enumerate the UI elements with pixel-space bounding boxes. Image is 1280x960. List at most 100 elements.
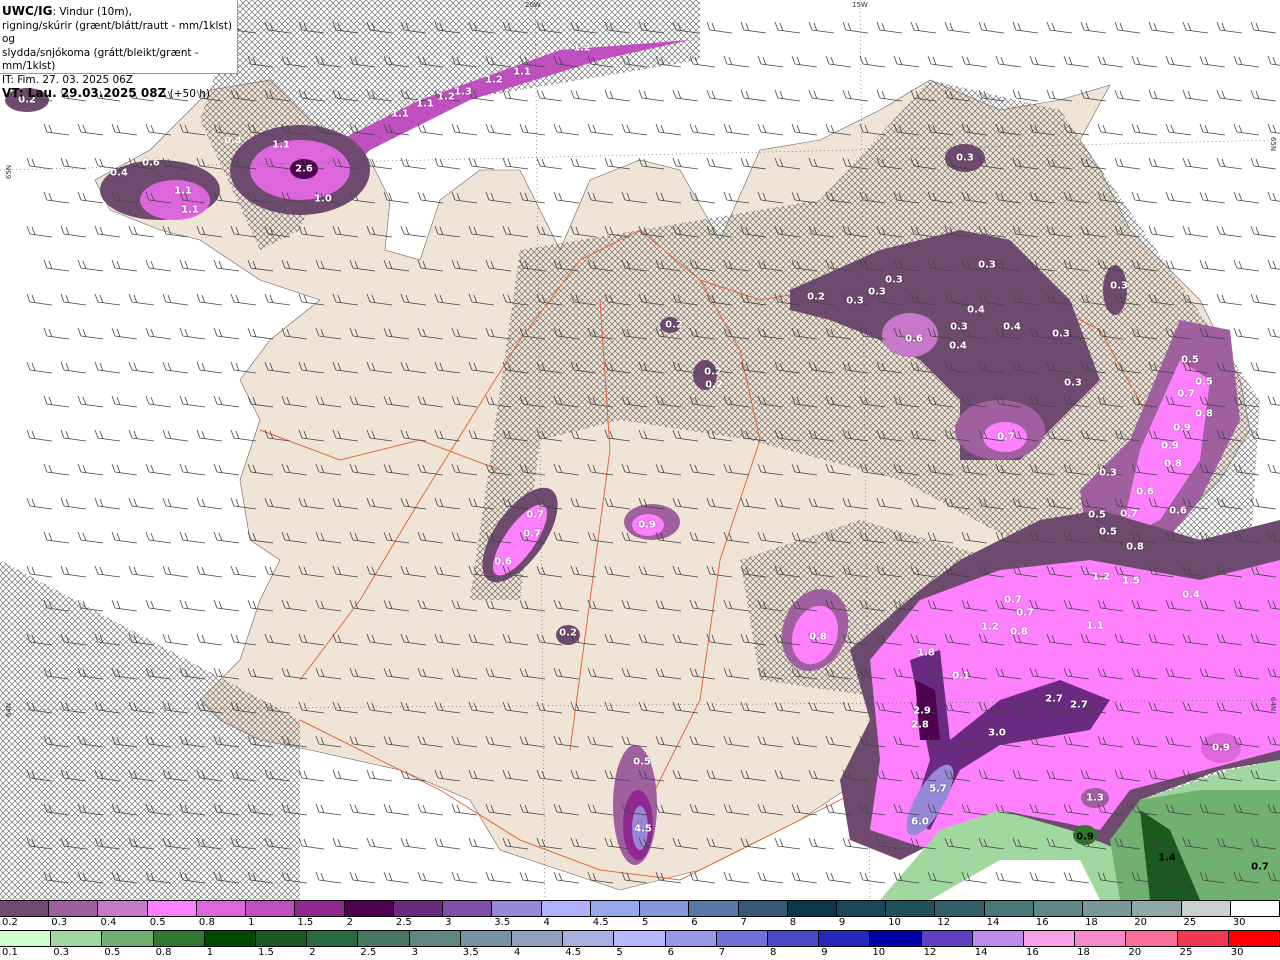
snow-legend-swatch <box>147 901 197 916</box>
precip-value-label: 0.6 <box>1169 505 1187 517</box>
snow-legend-swatch <box>640 901 690 916</box>
snow-legend-label: 4.5 <box>592 917 609 928</box>
snow-legend-swatch <box>787 901 837 916</box>
precip-value-label: 1.0 <box>314 193 332 205</box>
rain-legend-label: 0.1 <box>2 947 18 958</box>
precip-value-label: 0.6 <box>905 333 923 345</box>
snow-legend-swatch <box>541 901 591 916</box>
snow-legend-label: 25 <box>1183 917 1197 928</box>
rain-legend-label: 4 <box>514 947 521 958</box>
rain-legend-label: 30 <box>1230 947 1244 958</box>
precip-value-label: 0.7 <box>523 528 541 540</box>
snow-legend-swatch <box>935 901 985 916</box>
lead-time: (+50 h) <box>169 88 211 100</box>
precip-value-label: 0.9 <box>1076 831 1094 843</box>
precip-value-label: 0.4 <box>949 340 967 352</box>
rain-legend-swatch <box>512 931 564 946</box>
precip-value-label: 1.2 <box>981 621 999 633</box>
rain-legend-label: 5 <box>616 947 623 958</box>
rain-legend-swatch <box>1177 931 1229 946</box>
precip-value-label: 0.3 <box>978 259 996 271</box>
snow-legend-swatch <box>1083 901 1133 916</box>
precip-value-label: 1.1 <box>174 185 192 197</box>
rain-legend-swatch <box>768 931 820 946</box>
precip-value-label: 1.1 <box>1086 620 1104 632</box>
rain-legend-swatch <box>51 931 103 946</box>
rain-legend-swatch <box>614 931 666 946</box>
precip-value-label: 0.3 <box>1052 328 1070 340</box>
snow-legend-label: 0.3 <box>51 917 68 928</box>
rain-legend-swatch <box>921 931 973 946</box>
precip-value-label: 0.5 <box>1195 376 1213 388</box>
grid-label-15w: 15W <box>852 1 868 9</box>
precip-value-label: 0.7 <box>1004 594 1022 606</box>
precip-value-label: 0.7 <box>1120 508 1138 520</box>
snow-legend-label: 1.5 <box>297 917 314 928</box>
precip-value-label: 2.9 <box>913 705 931 717</box>
rain-color-legend: 0.1 0.3 0.5 0.8 1 1.5 2 2.5 3 3.5 4 4.5 5 6 7 8 9 10 12 14 1… <box>0 930 1280 960</box>
precip-value-label: 0.8 <box>1126 541 1144 553</box>
rain-legend-label: 0.3 <box>53 947 70 958</box>
precip-value-label: 1.2 <box>573 42 591 54</box>
precip-value-label: 0.3 <box>1099 467 1117 479</box>
precip-value-label: 5.7 <box>929 783 947 795</box>
precip-value-label: 0.2 <box>665 319 683 331</box>
precip-value-label: 0.7 <box>1016 607 1034 619</box>
rain-legend-swatch <box>870 931 922 946</box>
rain-legend-label: 2.5 <box>360 947 377 958</box>
precip-value-label: 0.8 <box>809 631 827 643</box>
precip-value-label: 1.3 <box>454 86 472 98</box>
precip-value-label: 0.3 <box>950 321 968 333</box>
precip-value-label: 1.3 <box>1086 792 1104 804</box>
precip-value-label: 0.2 <box>559 627 577 639</box>
snow-legend-label: 0.8 <box>198 917 215 928</box>
rain-legend-label: 1 <box>206 947 214 958</box>
precip-value-label: 0.6 <box>1136 486 1154 498</box>
precip-value-label: 1.1 <box>513 66 531 78</box>
precip-value-label: 0.4 <box>967 304 985 316</box>
rain-legend-label: 0.5 <box>104 947 121 958</box>
snow-legend-swatch <box>836 901 887 916</box>
rain-legend-label: 4.5 <box>565 947 582 958</box>
snow-legend-label: 1 <box>248 917 255 928</box>
snow-legend-swatch <box>295 901 345 916</box>
precip-value-label: 1.1 <box>416 98 434 110</box>
rain-legend-label: 14 <box>974 947 988 958</box>
precip-value-label: 0.3 <box>846 295 864 307</box>
snow-legend-label: 30 <box>1232 917 1246 928</box>
precip-value-label: 0.9 <box>1161 440 1179 452</box>
precip-value-label: 0.1 <box>952 670 970 682</box>
rain-legend-swatch <box>1075 931 1127 946</box>
snow-legend-label: 6 <box>691 917 698 928</box>
rain-legend-swatch <box>409 931 461 946</box>
snow-legend-swatch <box>1132 901 1182 916</box>
snow-legend-swatch <box>393 901 444 916</box>
rain-legend-label: 3.5 <box>462 947 479 958</box>
rain-legend-swatch <box>153 931 205 946</box>
precip-value-label: 0.3 <box>885 274 903 286</box>
snow-legend-label: 3.5 <box>494 917 511 928</box>
rain-legend-swatch <box>665 931 717 946</box>
title-line3: slydda/snjókoma (grátt/bleikt/grænt - mm… <box>2 46 199 73</box>
model-name: UWC/IG <box>2 4 53 18</box>
rain-legend-swatch <box>307 931 359 946</box>
snow-legend-label: 8 <box>789 917 797 928</box>
rain-legend-swatch <box>204 931 257 946</box>
precip-value-label: 0.7 <box>997 431 1015 443</box>
rain-legend-label: 3 <box>411 947 418 958</box>
snow-legend-swatch <box>590 901 641 916</box>
precip-value-label: 1.1 <box>391 108 409 120</box>
rain-legend-swatch <box>102 931 154 946</box>
rain-legend-swatch <box>0 931 52 946</box>
precip-value-label: 3.0 <box>988 727 1006 739</box>
precip-value-label: 0.3 <box>868 286 886 298</box>
rain-legend-swatch <box>1126 931 1178 946</box>
snow-legend-swatch <box>1033 901 1084 916</box>
rain-legend-label: 20 <box>1128 947 1142 958</box>
snow-color-legend: 0.2 0.3 0.4 0.5 0.8 1 1.5 2 2.5 3 3.5 4 4.5 5 6 7 8 9 10 12… <box>0 900 1280 930</box>
precip-value-label: 2.7 <box>1070 699 1088 711</box>
snow-legend-label: 2 <box>346 917 353 928</box>
precip-value-label: 0.9 <box>638 519 656 531</box>
rain-legend-swatch <box>1228 931 1280 946</box>
precip-value-label: 0.3 <box>1110 280 1128 292</box>
